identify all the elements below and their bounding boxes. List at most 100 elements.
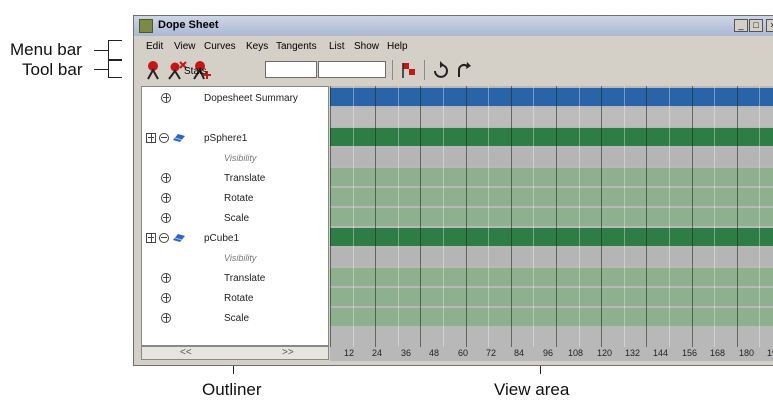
outliner-row-scale[interactable]: Scale <box>142 209 328 229</box>
view-row-key[interactable] <box>330 168 773 186</box>
outliner-row-visibility[interactable]: Visibility <box>142 249 328 269</box>
expand-box-icon[interactable] <box>146 233 156 243</box>
ruler-tick-label: 48 <box>429 348 440 358</box>
expand-plus-icon[interactable] <box>161 93 171 103</box>
key-grid-minor-line <box>353 86 354 360</box>
outliner-row-translate[interactable]: Translate <box>142 269 328 289</box>
key-grid-minor-line <box>579 86 580 360</box>
tool-bar-callout-line <box>94 69 108 70</box>
title-bar[interactable]: Dope Sheet _ □ × <box>134 16 773 36</box>
dopesheet-summary-load-icon[interactable] <box>398 59 420 81</box>
outliner-scrollbar[interactable]: << >> <box>141 346 329 360</box>
view-row-key[interactable] <box>330 308 773 326</box>
outliner-row-translate[interactable]: Translate <box>142 169 328 189</box>
maximize-button[interactable]: □ <box>749 19 763 32</box>
expand-plus-icon[interactable] <box>161 173 171 183</box>
view-area[interactable] <box>330 86 773 360</box>
toolbar-separator <box>424 60 425 80</box>
outliner-row-rotate[interactable]: Rotate <box>142 289 328 309</box>
menu-show[interactable]: Show <box>354 41 379 52</box>
view-row-key[interactable] <box>330 208 773 226</box>
view-row-key[interactable] <box>330 268 773 286</box>
window-title: Dope Sheet <box>158 19 219 31</box>
key-grid-major-line <box>375 86 376 360</box>
outliner-label: pSphere1 <box>204 133 248 144</box>
outliner-label: Scale <box>224 213 250 224</box>
expand-box-icon[interactable] <box>146 133 156 143</box>
expand-plus-icon[interactable] <box>161 213 171 223</box>
outliner-row-psphere1[interactable]: pSphere1 <box>142 129 328 149</box>
outliner-row-pcube1[interactable]: pCube1 <box>142 229 328 249</box>
menu-help[interactable]: Help <box>387 41 408 52</box>
move-nearest-picked-key-tool-icon[interactable] <box>142 59 164 81</box>
menu-bar-callout: Menu bar <box>10 40 82 59</box>
menu-list[interactable]: List <box>329 41 345 52</box>
view-row-gray[interactable] <box>330 148 773 166</box>
ruler-tick-label: 24 <box>372 348 383 358</box>
outliner-label: Scale <box>224 313 250 324</box>
nurbs-cube-icon <box>173 234 185 242</box>
key-grid-minor-line <box>759 86 760 360</box>
outliner-row-rotate[interactable]: Rotate <box>142 189 328 209</box>
view-area-callout: View area <box>494 380 570 399</box>
time-ruler[interactable]: 12 24 36 48 60 72 84 96 108 120 132 144 156 168 180 192 <box>330 347 773 361</box>
expand-plus-icon[interactable] <box>161 313 171 323</box>
close-button[interactable]: × <box>766 19 773 32</box>
key-grid-major-line <box>556 86 557 360</box>
menu-curves[interactable]: Curves <box>204 41 236 52</box>
outliner-row-visibility[interactable]: Visibility <box>142 149 328 169</box>
key-grid-minor-line <box>533 86 534 360</box>
expand-plus-icon[interactable] <box>161 193 171 203</box>
key-grid-major-line <box>737 86 738 360</box>
ruler-tick-label: 96 <box>543 348 554 358</box>
ruler-tick-label: 168 <box>710 348 726 358</box>
scroll-left-button[interactable]: << <box>180 347 192 358</box>
dope-sheet-app-icon <box>139 19 153 33</box>
ruler-tick-label: 12 <box>344 348 355 358</box>
view-row-gray[interactable] <box>330 248 773 266</box>
stats-field-frame[interactable] <box>265 61 317 78</box>
ruler-tick-label: 144 <box>653 348 669 358</box>
view-row-key[interactable] <box>330 188 773 206</box>
key-grid-major-line <box>420 86 421 360</box>
collapse-minus-icon[interactable] <box>159 133 169 143</box>
outliner-row-scale[interactable]: Scale <box>142 309 328 329</box>
outliner-label: Dopesheet Summary <box>204 93 298 104</box>
key-grid-major-line <box>330 86 331 360</box>
key-grid-minor-line <box>669 86 670 360</box>
outliner-label: Visibility <box>224 253 257 263</box>
nurbs-sphere-icon <box>173 134 185 142</box>
key-grid-major-line <box>511 86 512 360</box>
view-row-blank[interactable] <box>330 108 773 126</box>
collapse-minus-icon[interactable] <box>159 233 169 243</box>
stats-field-value[interactable] <box>318 61 386 78</box>
view-row-object[interactable] <box>330 228 773 246</box>
menu-tangents[interactable]: Tangents <box>276 41 317 52</box>
dope-sheet-window: Dope Sheet _ □ × Edit View Curves Keys T… <box>133 15 773 366</box>
outliner-label: Translate <box>224 173 266 184</box>
view-row-key[interactable] <box>330 288 773 306</box>
ruler-tick-label: 132 <box>625 348 641 358</box>
scroll-right-button[interactable]: >> <box>282 347 294 358</box>
outliner-label: pCube1 <box>204 233 240 244</box>
ruler-tick-label: 108 <box>568 348 584 358</box>
outliner-callout: Outliner <box>202 380 262 399</box>
outliner: Dopesheet Summary pSphere1 Visibility Tr… <box>141 86 329 346</box>
menu-keys[interactable]: Keys <box>246 41 268 52</box>
minimize-button[interactable]: _ <box>734 19 748 32</box>
expand-plus-icon[interactable] <box>161 273 171 283</box>
ruler-tick-label: 120 <box>597 348 613 358</box>
view-row-object[interactable] <box>330 128 773 146</box>
view-row-summary[interactable] <box>330 88 773 106</box>
key-grid-minor-line <box>624 86 625 360</box>
undo-icon[interactable] <box>451 59 473 81</box>
outliner-row-dopesheet-summary[interactable]: Dopesheet Summary <box>142 89 328 109</box>
menu-edit[interactable]: Edit <box>146 41 163 52</box>
key-grid-major-line <box>601 86 602 360</box>
ruler-tick-label: 72 <box>486 348 497 358</box>
reload-icon[interactable] <box>429 59 451 81</box>
menu-view[interactable]: View <box>174 41 196 52</box>
expand-plus-icon[interactable] <box>161 293 171 303</box>
key-grid-minor-line <box>398 86 399 360</box>
ruler-tick-label: 192 <box>767 348 773 358</box>
